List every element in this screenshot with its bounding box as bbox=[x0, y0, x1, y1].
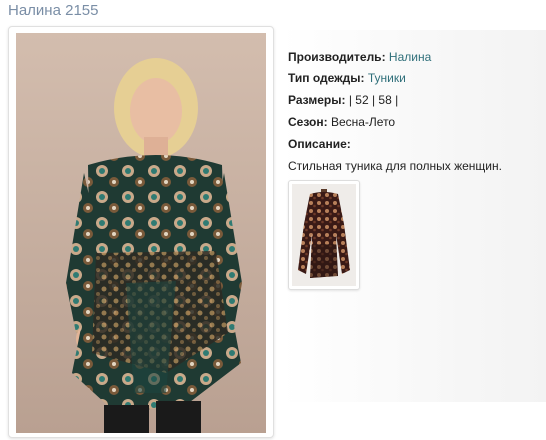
product-info-panel: Производитель: Налина Тип одежды: Туники… bbox=[282, 30, 546, 402]
season-label: Сезон: bbox=[288, 115, 328, 129]
clothing-type-label: Тип одежды: bbox=[288, 71, 365, 85]
thumbnail-tunic-illustration bbox=[292, 184, 356, 286]
season-row: Сезон: Весна-Лето bbox=[288, 115, 395, 129]
main-image-frame bbox=[8, 26, 274, 438]
product-title: Налина 2155 bbox=[8, 2, 99, 19]
description-text: Стильная туника для полных женщин. bbox=[288, 159, 502, 173]
manufacturer-link[interactable]: Налина bbox=[389, 50, 431, 64]
thumbnail-frame[interactable] bbox=[288, 180, 360, 290]
season-value: Весна-Лето bbox=[330, 115, 396, 129]
sizes-row: Размеры: | 52 | 58 | bbox=[288, 93, 398, 107]
sizes-label: Размеры: bbox=[288, 93, 346, 107]
manufacturer-label: Производитель: bbox=[288, 50, 386, 64]
thumbnail-image[interactable] bbox=[292, 184, 356, 286]
sizes-value: | 52 | 58 | bbox=[348, 93, 399, 107]
clothing-type-row: Тип одежды: Туники bbox=[288, 71, 406, 85]
clothing-type-link[interactable]: Туники bbox=[368, 71, 406, 85]
manufacturer-row: Производитель: Налина bbox=[288, 50, 431, 64]
description-label-row: Описание: bbox=[288, 137, 351, 151]
main-product-photo[interactable] bbox=[16, 33, 266, 433]
description-label: Описание: bbox=[288, 137, 351, 151]
model-illustration bbox=[16, 33, 266, 433]
